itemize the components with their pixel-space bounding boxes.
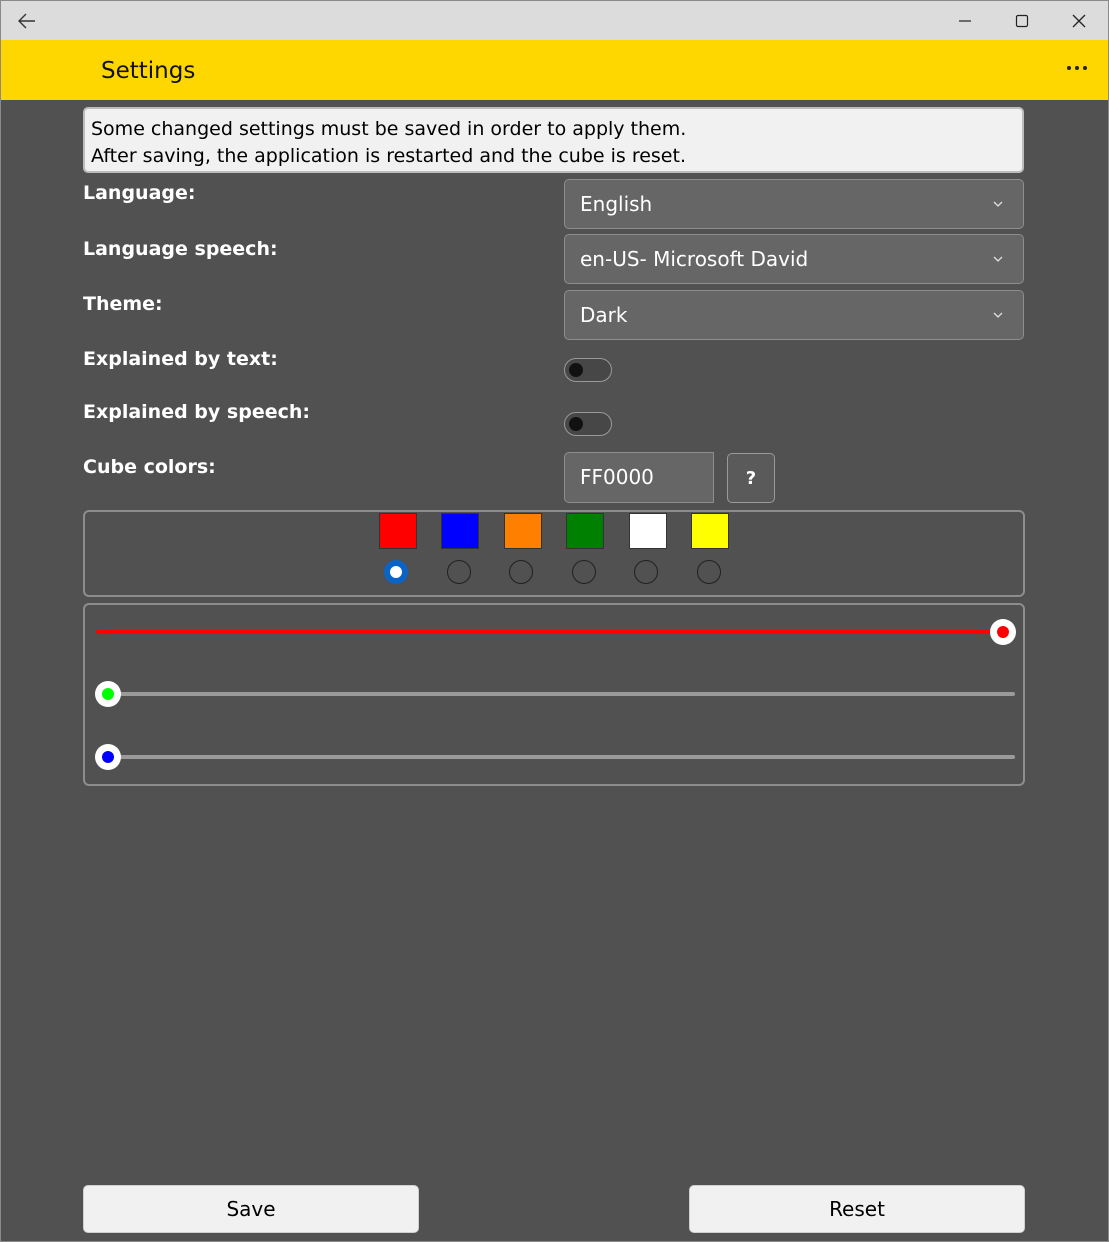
chevron-down-icon (993, 312, 1003, 318)
cube-colors-label: Cube colors: (83, 456, 216, 478)
minimize-button[interactable] (943, 1, 987, 40)
info-line-2: After saving, the application is restart… (91, 145, 686, 167)
close-button[interactable] (1057, 1, 1101, 40)
explained-by-text-label: Explained by text: (83, 348, 278, 370)
blue-slider-thumb[interactable] (95, 744, 121, 770)
blue-slider[interactable] (96, 755, 1015, 759)
explained-by-speech-label: Explained by speech: (83, 401, 310, 423)
chevron-down-icon (993, 201, 1003, 207)
explained-by-speech-toggle[interactable] (564, 412, 612, 436)
slider-thumb-dot (102, 688, 114, 700)
maximize-button[interactable] (1000, 1, 1044, 40)
slider-thumb-dot (102, 751, 114, 763)
hex-color-input[interactable]: FF0000 (564, 452, 714, 503)
theme-value: Dark (580, 303, 628, 327)
language-value: English (580, 192, 653, 216)
green-slider[interactable] (96, 692, 1015, 696)
language-speech-value: en-US- Microsoft David (580, 247, 809, 271)
color-radio-button[interactable] (384, 560, 408, 584)
theme-dropdown[interactable]: Dark (564, 290, 1024, 340)
info-message: Some changed settings must be saved in o… (83, 107, 1024, 173)
more-options-button[interactable] (1059, 50, 1095, 86)
color-swatch[interactable] (441, 513, 479, 549)
more-icon (1067, 66, 1087, 70)
color-swatch[interactable] (629, 513, 667, 549)
color-swatch[interactable] (566, 513, 604, 549)
reset-button[interactable]: Reset (689, 1185, 1025, 1233)
close-icon (1072, 14, 1086, 27)
color-radio-button[interactable] (572, 560, 596, 584)
info-line-1: Some changed settings must be saved in o… (91, 118, 687, 140)
color-swatch[interactable] (504, 513, 542, 549)
help-button[interactable]: ? (727, 453, 775, 503)
theme-label: Theme: (83, 293, 163, 315)
language-speech-dropdown[interactable]: en-US- Microsoft David (564, 234, 1024, 284)
hex-color-value: FF0000 (580, 465, 654, 489)
red-slider[interactable] (96, 630, 1015, 634)
chevron-down-icon (993, 256, 1003, 262)
back-arrow-icon (18, 13, 35, 28)
toggle-knob (569, 363, 583, 377)
slider-thumb-dot (997, 626, 1009, 638)
language-dropdown[interactable]: English (564, 179, 1024, 229)
app-bar: Settings (1, 40, 1108, 100)
minimize-icon (959, 19, 971, 22)
maximize-icon (1015, 14, 1029, 27)
color-swatch[interactable] (691, 513, 729, 549)
red-slider-thumb[interactable] (990, 619, 1016, 645)
green-slider-thumb[interactable] (95, 681, 121, 707)
color-swatch-frame (83, 510, 1025, 597)
color-swatch[interactable] (379, 513, 417, 549)
title-bar (1, 1, 1108, 40)
save-button[interactable]: Save (83, 1185, 419, 1233)
explained-by-text-toggle[interactable] (564, 358, 612, 382)
language-speech-label: Language speech: (83, 238, 278, 260)
color-radio-button[interactable] (447, 560, 471, 584)
back-button[interactable] (5, 1, 49, 40)
toggle-knob (569, 417, 583, 431)
settings-window: Settings Some changed settings must be s… (0, 0, 1109, 1242)
color-radio-button[interactable] (697, 560, 721, 584)
page-title: Settings (101, 58, 196, 84)
color-radio-button[interactable] (634, 560, 658, 584)
language-label: Language: (83, 182, 196, 204)
color-radio-button[interactable] (509, 560, 533, 584)
